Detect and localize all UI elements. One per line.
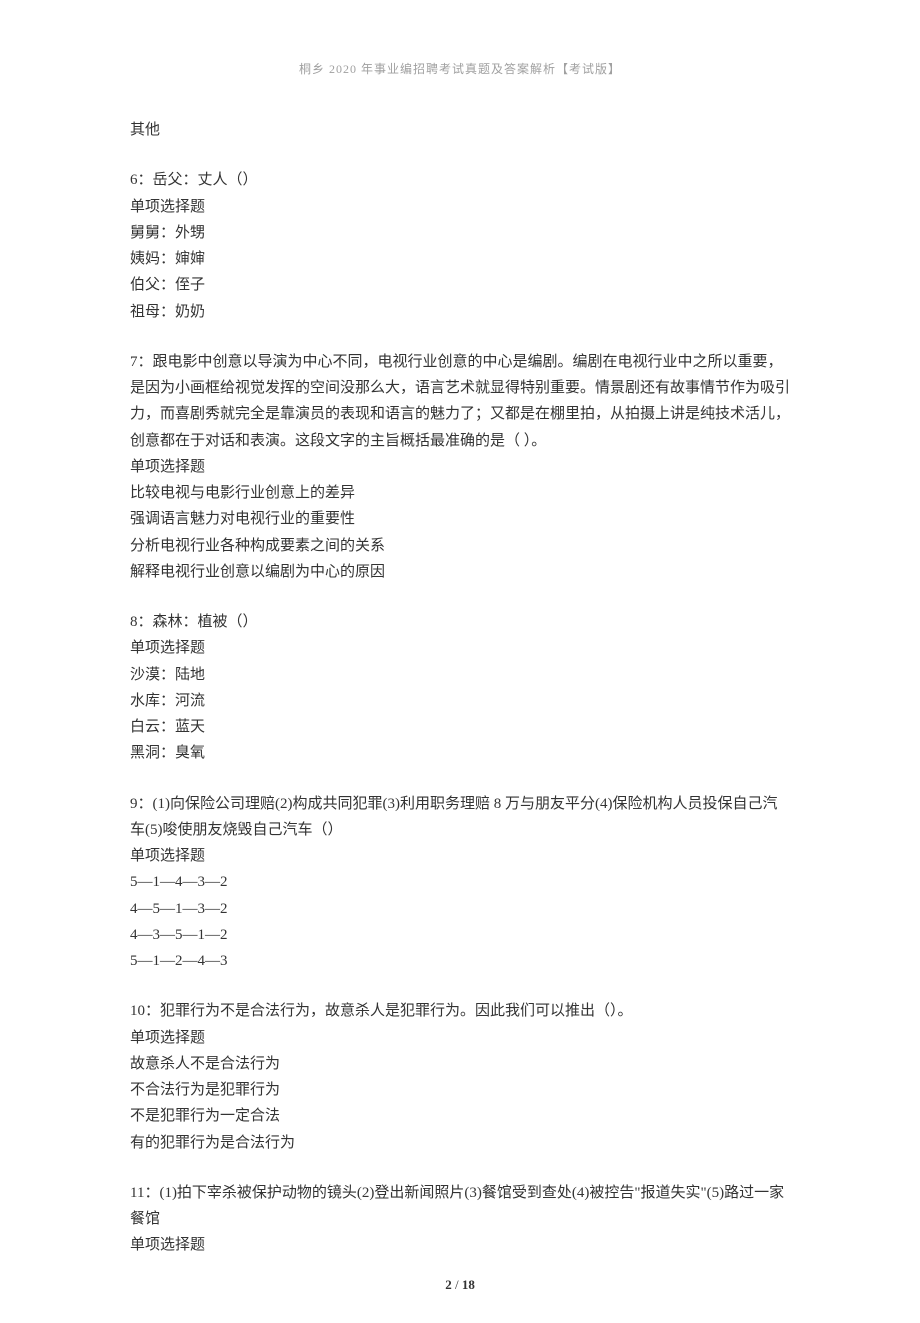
text-line: 7：跟电影中创意以导演为中心不同，电视行业创意的中心是编剧。编剧在电视行业中之所… [130, 349, 790, 454]
text-line: 比较电视与电影行业创意上的差异 [130, 480, 790, 506]
text-line: 舅舅：外甥 [130, 220, 790, 246]
page-number: 2 / 18 [0, 1277, 920, 1293]
text-line: 单项选择题 [130, 1232, 790, 1258]
page-sep: / [452, 1277, 462, 1292]
question-block: 11：(1)拍下宰杀被保护动物的镜头(2)登出新闻照片(3)餐馆受到查处(4)被… [130, 1180, 790, 1259]
text-line: 有的犯罪行为是合法行为 [130, 1130, 790, 1156]
page-total: 18 [462, 1277, 475, 1292]
text-line: 6：岳父：丈人（） [130, 167, 790, 193]
text-line: 姨妈：婶婶 [130, 246, 790, 272]
text-line: 单项选择题 [130, 843, 790, 869]
text-line: 单项选择题 [130, 454, 790, 480]
text-line: 单项选择题 [130, 194, 790, 220]
question-block: 7：跟电影中创意以导演为中心不同，电视行业创意的中心是编剧。编剧在电视行业中之所… [130, 349, 790, 585]
text-line: 白云：蓝天 [130, 714, 790, 740]
text-line: 5—1—2—4—3 [130, 948, 790, 974]
text-line: 伯父：侄子 [130, 272, 790, 298]
question-block: 8：森林：植被（）单项选择题沙漠：陆地水库：河流白云：蓝天黑洞：臭氧 [130, 609, 790, 767]
text-line: 沙漠：陆地 [130, 662, 790, 688]
text-line: 强调语言魅力对电视行业的重要性 [130, 506, 790, 532]
text-line: 8：森林：植被（） [130, 609, 790, 635]
text-line: 不合法行为是犯罪行为 [130, 1077, 790, 1103]
text-line: 10：犯罪行为不是合法行为，故意杀人是犯罪行为。因此我们可以推出（）。 [130, 998, 790, 1024]
document-body: 其他6：岳父：丈人（）单项选择题舅舅：外甥姨妈：婶婶伯父：侄子祖母：奶奶7：跟电… [130, 117, 790, 1259]
text-line: 分析电视行业各种构成要素之间的关系 [130, 533, 790, 559]
text-line: 其他 [130, 117, 790, 143]
text-line: 不是犯罪行为一定合法 [130, 1103, 790, 1129]
text-line: 单项选择题 [130, 635, 790, 661]
text-line: 9：(1)向保险公司理赔(2)构成共同犯罪(3)利用职务理赔 8 万与朋友平分(… [130, 791, 790, 844]
question-block: 6：岳父：丈人（）单项选择题舅舅：外甥姨妈：婶婶伯父：侄子祖母：奶奶 [130, 167, 790, 325]
text-line: 5—1—4—3—2 [130, 869, 790, 895]
page-header: 桐乡 2020 年事业编招聘考试真题及答案解析【考试版】 [130, 60, 790, 77]
text-line: 4—5—1—3—2 [130, 896, 790, 922]
text-line: 11：(1)拍下宰杀被保护动物的镜头(2)登出新闻照片(3)餐馆受到查处(4)被… [130, 1180, 790, 1233]
text-line: 水库：河流 [130, 688, 790, 714]
text-line: 祖母：奶奶 [130, 299, 790, 325]
text-line: 单项选择题 [130, 1025, 790, 1051]
text-line: 黑洞：臭氧 [130, 740, 790, 766]
text-line: 解释电视行业创意以编剧为中心的原因 [130, 559, 790, 585]
text-line: 故意杀人不是合法行为 [130, 1051, 790, 1077]
text-line: 4—3—5—1—2 [130, 922, 790, 948]
question-block: 9：(1)向保险公司理赔(2)构成共同犯罪(3)利用职务理赔 8 万与朋友平分(… [130, 791, 790, 975]
question-block: 10：犯罪行为不是合法行为，故意杀人是犯罪行为。因此我们可以推出（）。单项选择题… [130, 998, 790, 1156]
question-block: 其他 [130, 117, 790, 143]
